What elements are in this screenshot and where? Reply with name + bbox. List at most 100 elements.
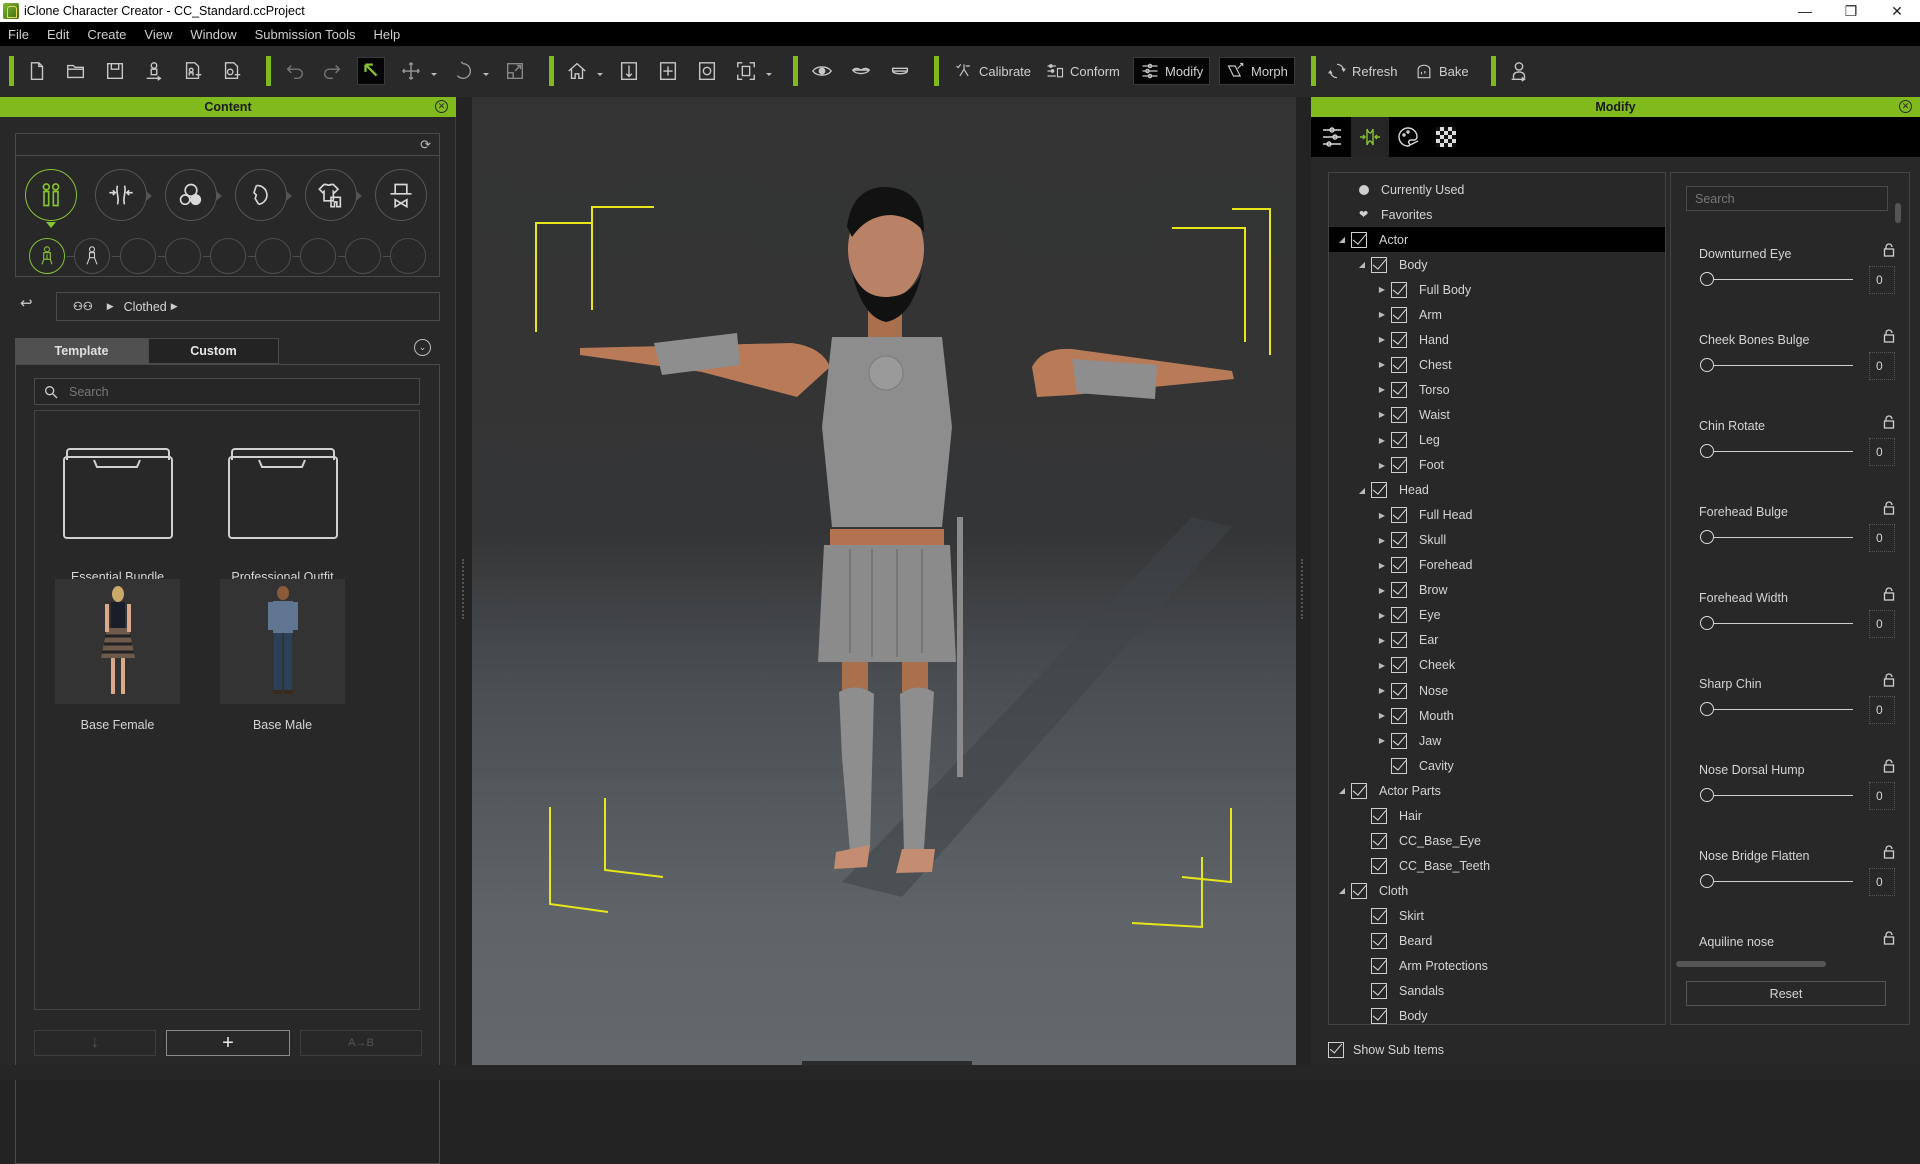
expand-arrow-icon[interactable]: ▶ [1377, 285, 1387, 294]
mouth-view-button[interactable] [847, 57, 875, 85]
subcategory-clothed[interactable] [29, 238, 65, 274]
expand-arrow-icon[interactable]: ▶ [1377, 536, 1387, 545]
checkbox-checked-icon[interactable] [1391, 707, 1407, 724]
slider-value-input[interactable]: 0 [1869, 782, 1895, 810]
menu-help[interactable]: Help [372, 25, 403, 44]
checkbox-checked-icon[interactable] [1391, 432, 1407, 448]
category-actor[interactable] [25, 169, 77, 228]
tree-item[interactable]: Body [1329, 1004, 1665, 1024]
tree-item[interactable]: ▶ Leg [1329, 428, 1665, 453]
character-export-button[interactable] [1505, 57, 1533, 85]
close-icon[interactable]: ✕ [435, 100, 448, 113]
expand-arrow-icon[interactable]: ▶ [1377, 310, 1387, 319]
unlock-icon[interactable] [1883, 931, 1895, 945]
refresh-button[interactable]: Refresh [1321, 57, 1404, 85]
close-button[interactable]: ✕ [1874, 0, 1920, 22]
library-item-base-female[interactable]: Base Female [55, 579, 180, 732]
expand-arrow-icon[interactable]: ▶ [1377, 436, 1387, 445]
expand-arrow-icon[interactable]: ▶ [1377, 736, 1387, 745]
refresh-icon[interactable]: ⟳ [420, 137, 431, 153]
subcategory-slot[interactable] [120, 238, 156, 274]
export-obj-button[interactable] [218, 57, 246, 85]
checkbox-checked-icon[interactable] [1371, 482, 1387, 499]
expand-arrow-icon[interactable]: ▶ [1377, 360, 1387, 369]
slider-value-input[interactable]: 0 [1869, 266, 1895, 294]
expand-arrow-icon[interactable]: ▶ [1377, 511, 1387, 520]
category-head[interactable] [235, 169, 292, 221]
expand-arrow-icon[interactable]: ▶ [1377, 611, 1387, 620]
apply-button[interactable]: A→B [300, 1030, 422, 1056]
unlock-icon[interactable] [1883, 329, 1895, 343]
library-item-essential-bundle[interactable]: Essential Bundle [55, 431, 180, 584]
checkbox-checked-icon[interactable] [1371, 807, 1387, 824]
category-clothing[interactable] [305, 169, 362, 221]
expand-arrow-icon[interactable]: ▶ [1377, 636, 1387, 645]
tab-parameters[interactable] [1313, 117, 1351, 157]
collapse-arrow-icon[interactable]: ◢ [1357, 486, 1367, 495]
slider-knob[interactable] [1700, 616, 1714, 630]
checkbox-checked-icon[interactable] [1371, 1008, 1387, 1024]
slider-knob[interactable] [1700, 272, 1714, 286]
checkbox-checked-icon[interactable] [1371, 857, 1387, 874]
expand-arrow-icon[interactable]: ▶ [1377, 461, 1387, 470]
subcategory-slot[interactable] [300, 238, 336, 274]
tree-item[interactable]: ▶ Skull [1329, 528, 1665, 553]
redo-button[interactable] [318, 57, 346, 85]
tree-item[interactable]: Cavity [1329, 753, 1665, 778]
slider-track[interactable] [1707, 881, 1853, 882]
back-icon[interactable]: ↩ [20, 294, 33, 312]
checkbox-checked-icon[interactable] [1351, 882, 1367, 899]
bake-button[interactable]: Bake [1408, 57, 1475, 85]
tree-item[interactable]: ▶ Waist [1329, 402, 1665, 427]
unlock-icon[interactable] [1883, 587, 1895, 601]
slider-knob[interactable] [1700, 530, 1714, 544]
teeth-view-button[interactable] [886, 57, 914, 85]
checkbox-checked-icon[interactable] [1391, 632, 1407, 649]
checkbox-checked-icon[interactable] [1391, 607, 1407, 624]
tab-morph[interactable] [1351, 117, 1389, 157]
subcategory-slot[interactable] [210, 238, 246, 274]
category-accessory[interactable] [375, 169, 427, 221]
tree-item[interactable]: ▶ Hand [1329, 327, 1665, 352]
checkbox-checked-icon[interactable] [1351, 231, 1367, 248]
tree-item[interactable]: ▶ Full Body [1329, 277, 1665, 302]
checkbox-checked-icon[interactable] [1371, 907, 1387, 924]
menu-submission-tools[interactable]: Submission Tools [253, 25, 358, 44]
tree-item[interactable]: ▶ Brow [1329, 578, 1665, 603]
subcategory-base[interactable] [74, 238, 110, 274]
menu-view[interactable]: View [142, 25, 174, 44]
category-morph[interactable] [95, 169, 152, 221]
rotate-tool-button[interactable] [449, 57, 477, 85]
slider-value-input[interactable]: 0 [1869, 524, 1895, 552]
fit-height-button[interactable] [615, 57, 643, 85]
menu-window[interactable]: Window [188, 25, 238, 44]
fit-view-button[interactable] [654, 57, 682, 85]
right-splitter[interactable] [1296, 97, 1311, 1065]
checkbox-checked-icon[interactable] [1351, 782, 1367, 799]
slider-track[interactable] [1707, 795, 1853, 796]
tree-item[interactable]: Currently Used [1329, 177, 1665, 202]
undo-button[interactable] [281, 57, 309, 85]
slider-value-input[interactable]: 0 [1869, 352, 1895, 380]
show-sub-items-checkbox[interactable]: Show Sub Items [1328, 1040, 1444, 1058]
move-dropdown-arrow[interactable] [431, 73, 437, 76]
tree-item[interactable]: ▶ Mouth [1329, 703, 1665, 728]
checkbox-checked-icon[interactable] [1391, 757, 1407, 774]
slider-value-input[interactable]: 0 [1869, 696, 1895, 724]
unlock-icon[interactable] [1883, 759, 1895, 773]
tree-item[interactable]: ▶ Foot [1329, 453, 1665, 478]
checkbox-checked-icon[interactable] [1371, 256, 1387, 273]
tree-item[interactable]: Arm Protections [1329, 954, 1665, 979]
checkbox-checked-icon[interactable] [1391, 281, 1407, 298]
tab-material[interactable] [1389, 117, 1427, 157]
save-button[interactable] [101, 57, 129, 85]
left-splitter[interactable] [456, 97, 472, 1065]
tree-item[interactable]: CC_Base_Eye [1329, 828, 1665, 853]
unlock-icon[interactable] [1883, 415, 1895, 429]
checkbox-checked-icon[interactable] [1391, 406, 1407, 423]
home-dropdown-arrow[interactable] [597, 73, 603, 76]
checkbox-checked-icon[interactable] [1391, 306, 1407, 323]
slider-knob[interactable] [1700, 444, 1714, 458]
tree-item[interactable]: Skirt [1329, 903, 1665, 928]
tree-item[interactable]: CC_Base_Teeth [1329, 853, 1665, 878]
